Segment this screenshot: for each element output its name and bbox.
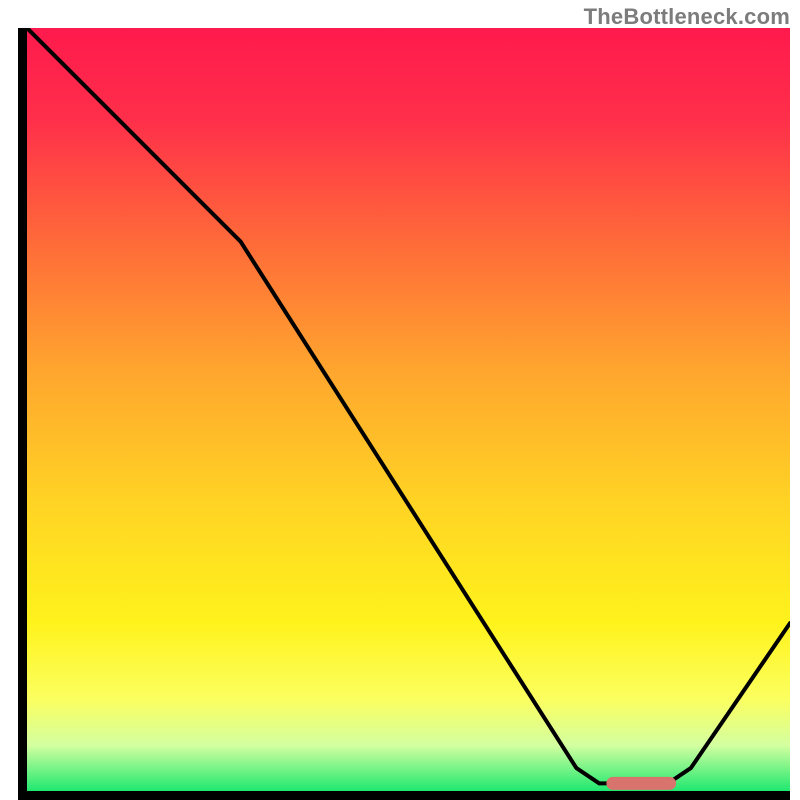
- watermark-text: TheBottleneck.com: [584, 4, 790, 30]
- plot-svg: [27, 28, 790, 791]
- plot-area: [18, 28, 790, 800]
- optimal-range-marker: [607, 777, 676, 789]
- chart-stage: TheBottleneck.com: [0, 0, 800, 800]
